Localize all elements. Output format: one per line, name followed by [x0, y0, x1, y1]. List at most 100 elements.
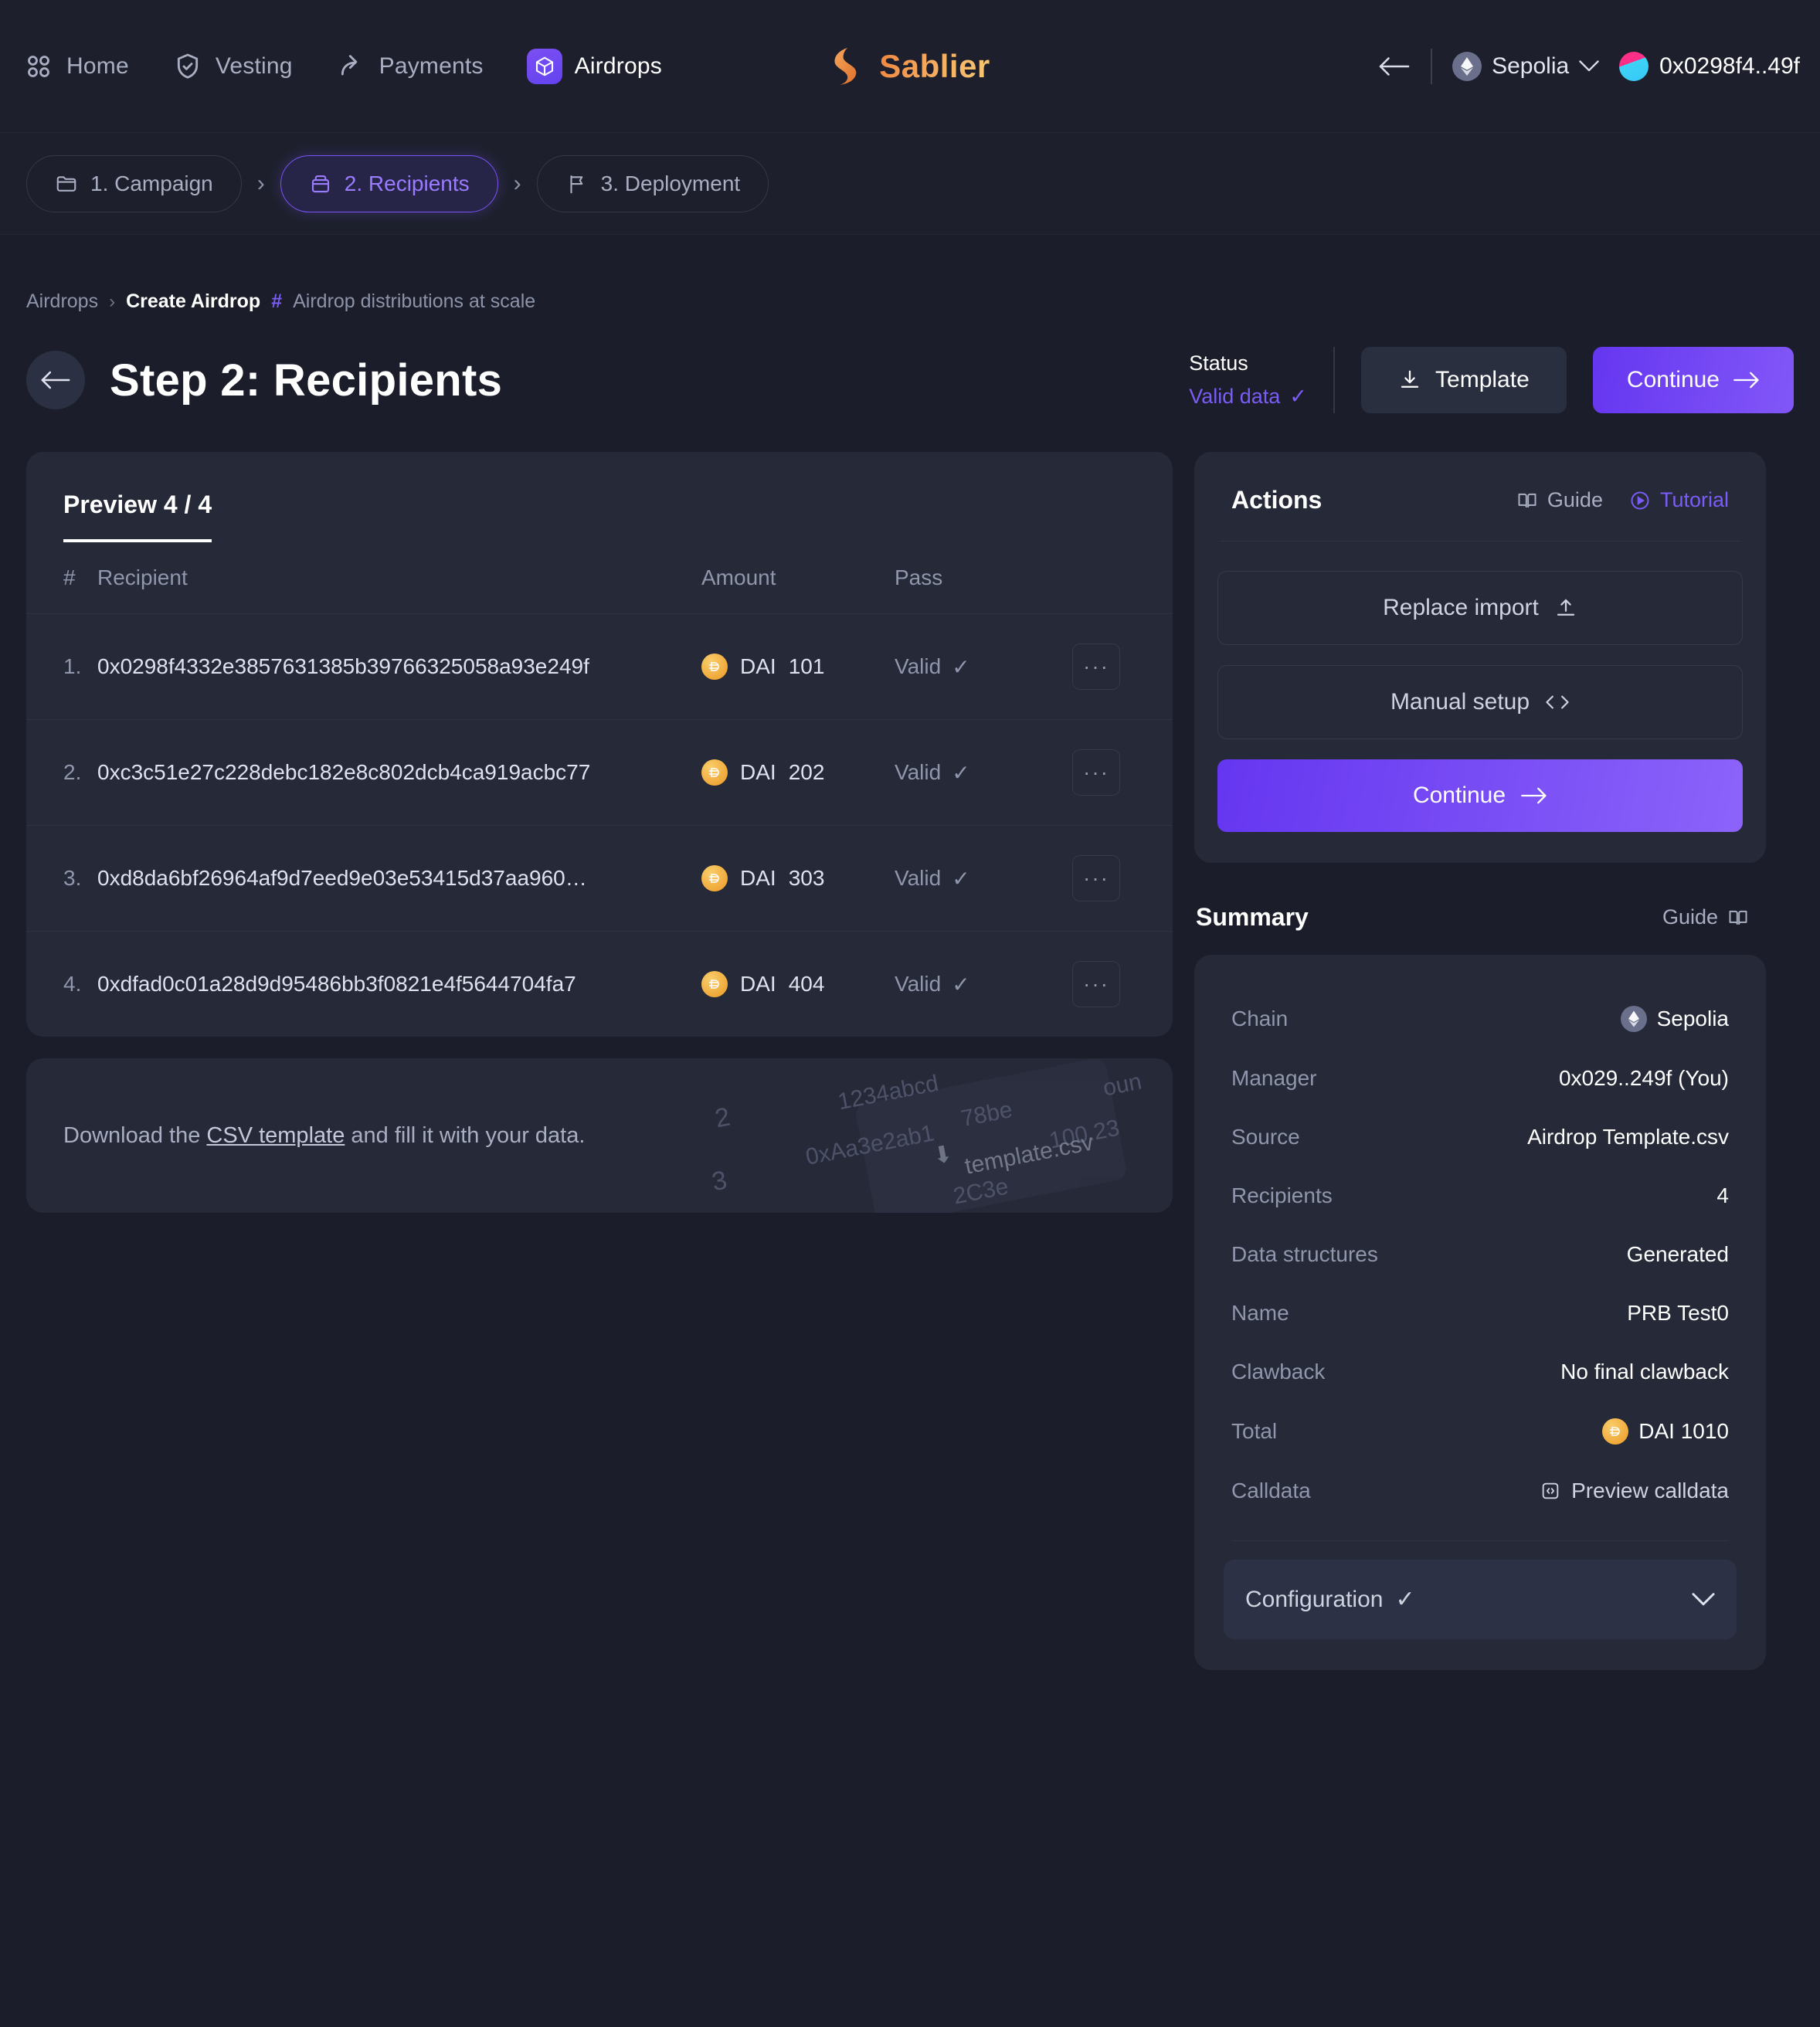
decor-row-3: 3 [709, 1165, 730, 1197]
row-actions: ··· [1072, 826, 1173, 932]
actions-panel-header: Actions Guide Tutorial [1217, 486, 1743, 541]
row-actions: ··· [1072, 614, 1173, 720]
hash-icon: # [271, 290, 283, 312]
breadcrumb-separator: › [109, 290, 116, 312]
step-recipients[interactable]: 2. Recipients [280, 154, 498, 212]
row-amount-value: 202 [788, 760, 825, 784]
chain-label: Sepolia [1492, 53, 1570, 79]
nav-item-home-label: Home [66, 53, 129, 79]
summary-key: Manager [1231, 1066, 1317, 1090]
step-campaign[interactable]: 1. Campaign [26, 154, 242, 212]
summary-key: Clawback [1231, 1360, 1326, 1384]
folder-icon [55, 172, 78, 195]
csv-decoration-image: 2 3 1234abcd 78be 100.23 0xAa3e2ab1 2C3e… [701, 1058, 1173, 1213]
row-actions: ··· [1072, 932, 1173, 1037]
cube-icon [526, 48, 562, 84]
summary-row-total: Total DAI 1010 [1217, 1401, 1743, 1462]
row-pass-label: Valid [895, 654, 942, 678]
summary-value-text: DAI 1010 [1638, 1419, 1729, 1443]
nav-item-home[interactable]: Home [23, 51, 129, 82]
actions-tutorial-link[interactable]: Tutorial [1629, 488, 1729, 512]
nav-item-airdrops[interactable]: Airdrops [526, 48, 662, 84]
csv-template-card: Download the CSV template and fill it wi… [26, 1058, 1173, 1213]
chevron-down-icon [1692, 1592, 1715, 1607]
actions-guide-link[interactable]: Guide [1516, 488, 1603, 512]
code-icon [1545, 692, 1570, 712]
template-button[interactable]: Template [1360, 347, 1567, 413]
nav-item-payments[interactable]: Payments [336, 51, 484, 82]
actions-panel: Actions Guide Tutorial Replace import Ma… [1194, 452, 1766, 863]
row-pass: Valid ✓ [895, 826, 1072, 932]
row-index: 4. [63, 972, 82, 996]
row-index: 1. [63, 654, 82, 678]
row-recipient: 0xc3c51e27c228debc182e8c802dcb4ca919acbc… [97, 760, 591, 784]
row-recipient: 0xd8da6bf26964af9d7eed9e03e53415d37aa960… [97, 866, 587, 890]
summary-row-source: Source Airdrop Template.csv [1217, 1108, 1743, 1166]
dai-coin-icon [701, 865, 728, 891]
row-pass-label: Valid [895, 866, 942, 890]
wizard-steps: 1. Campaign › 2. Recipients › 3. Deploym… [0, 133, 1820, 235]
back-button[interactable] [26, 351, 85, 409]
manual-setup-button[interactable]: Manual setup [1217, 665, 1743, 739]
nav-item-airdrops-label: Airdrops [574, 53, 662, 79]
package-icon [309, 172, 332, 195]
main-columns: Preview 4 / 4 # Recipient Amount Pass 1.… [26, 452, 1794, 1670]
step-deployment-label: 3. Deployment [600, 171, 741, 195]
nav-back-icon[interactable] [1378, 55, 1411, 78]
step-chevron-icon-2: › [513, 170, 521, 196]
nav-item-vesting[interactable]: Vesting [172, 51, 293, 82]
nav-item-payments-label: Payments [379, 53, 484, 79]
row-menu-button[interactable]: ··· [1072, 961, 1120, 1007]
nav-divider [1431, 48, 1433, 84]
step-deployment[interactable]: 3. Deployment [536, 154, 769, 212]
column-header-actions [1072, 542, 1173, 614]
replace-import-label: Replace import [1383, 595, 1539, 620]
summary-divider [1231, 1540, 1729, 1541]
configuration-accordion[interactable]: Configuration ✓ [1224, 1560, 1737, 1639]
header-divider [1333, 347, 1335, 413]
summary-value: No final clawback [1560, 1360, 1729, 1384]
continue-button-panel[interactable]: Continue [1217, 759, 1743, 832]
preview-header: Preview 4 / 4 [26, 452, 1173, 542]
replace-import-button[interactable]: Replace import [1217, 571, 1743, 645]
brand-logo[interactable]: Sablier [830, 46, 990, 87]
summary-row-manager: Manager 0x029..249f (You) [1217, 1049, 1743, 1108]
summary-value: PRB Test0 [1627, 1301, 1729, 1325]
breadcrumb-current[interactable]: Create Airdrop [126, 290, 260, 313]
actions-title: Actions [1231, 486, 1323, 514]
csv-template-link[interactable]: CSV template [206, 1123, 345, 1148]
row-menu-button[interactable]: ··· [1072, 749, 1120, 796]
recipients-table-body: 1. 0x0298f4332e3857631385b39766325058a93… [26, 614, 1173, 1037]
left-column: Preview 4 / 4 # Recipient Amount Pass 1.… [26, 452, 1173, 1213]
ethereum-icon [1452, 51, 1482, 81]
summary-value: 4 [1716, 1183, 1729, 1207]
row-amount-value: 101 [788, 654, 825, 678]
row-menu-button[interactable]: ··· [1072, 643, 1120, 690]
continue-button-top[interactable]: Continue [1592, 347, 1794, 413]
summary-key: Data structures [1231, 1242, 1378, 1266]
summary-value: Airdrop Template.csv [1527, 1125, 1729, 1149]
status-block: Status Valid data ✓ [1189, 351, 1307, 409]
dai-coin-icon [701, 654, 728, 680]
chain-selector[interactable]: Sepolia [1452, 51, 1599, 81]
continue-button-top-label: Continue [1626, 367, 1720, 392]
actions-divider [1219, 541, 1741, 542]
step-recipients-label: 2. Recipients [344, 171, 470, 195]
actions-spacer [1217, 645, 1743, 665]
check-icon: ✓ [952, 866, 970, 891]
table-row: 3. 0xd8da6bf26964af9d7eed9e03e53415d37aa… [26, 826, 1173, 932]
preview-calldata-link[interactable]: Preview calldata [1540, 1479, 1729, 1503]
breadcrumb-root[interactable]: Airdrops [26, 290, 98, 313]
summary-row-clawback: Clawback No final clawback [1217, 1343, 1743, 1401]
nav-item-vesting-label: Vesting [215, 53, 293, 79]
preview-tab[interactable]: Preview 4 / 4 [63, 491, 212, 542]
arrow-right-icon [1521, 786, 1547, 806]
summary-key: Calldata [1231, 1479, 1311, 1502]
row-menu-button[interactable]: ··· [1072, 855, 1120, 901]
wallet-button[interactable]: 0x0298f4..49f [1619, 51, 1800, 81]
shield-check-icon [172, 51, 203, 82]
actions-guide-label: Guide [1547, 488, 1603, 511]
summary-guide-link[interactable]: Guide [1662, 905, 1749, 929]
top-navigation-bar: Home Vesting Payments Airdrops Sablier S… [0, 0, 1820, 133]
status-value-text: Valid data [1189, 385, 1281, 408]
